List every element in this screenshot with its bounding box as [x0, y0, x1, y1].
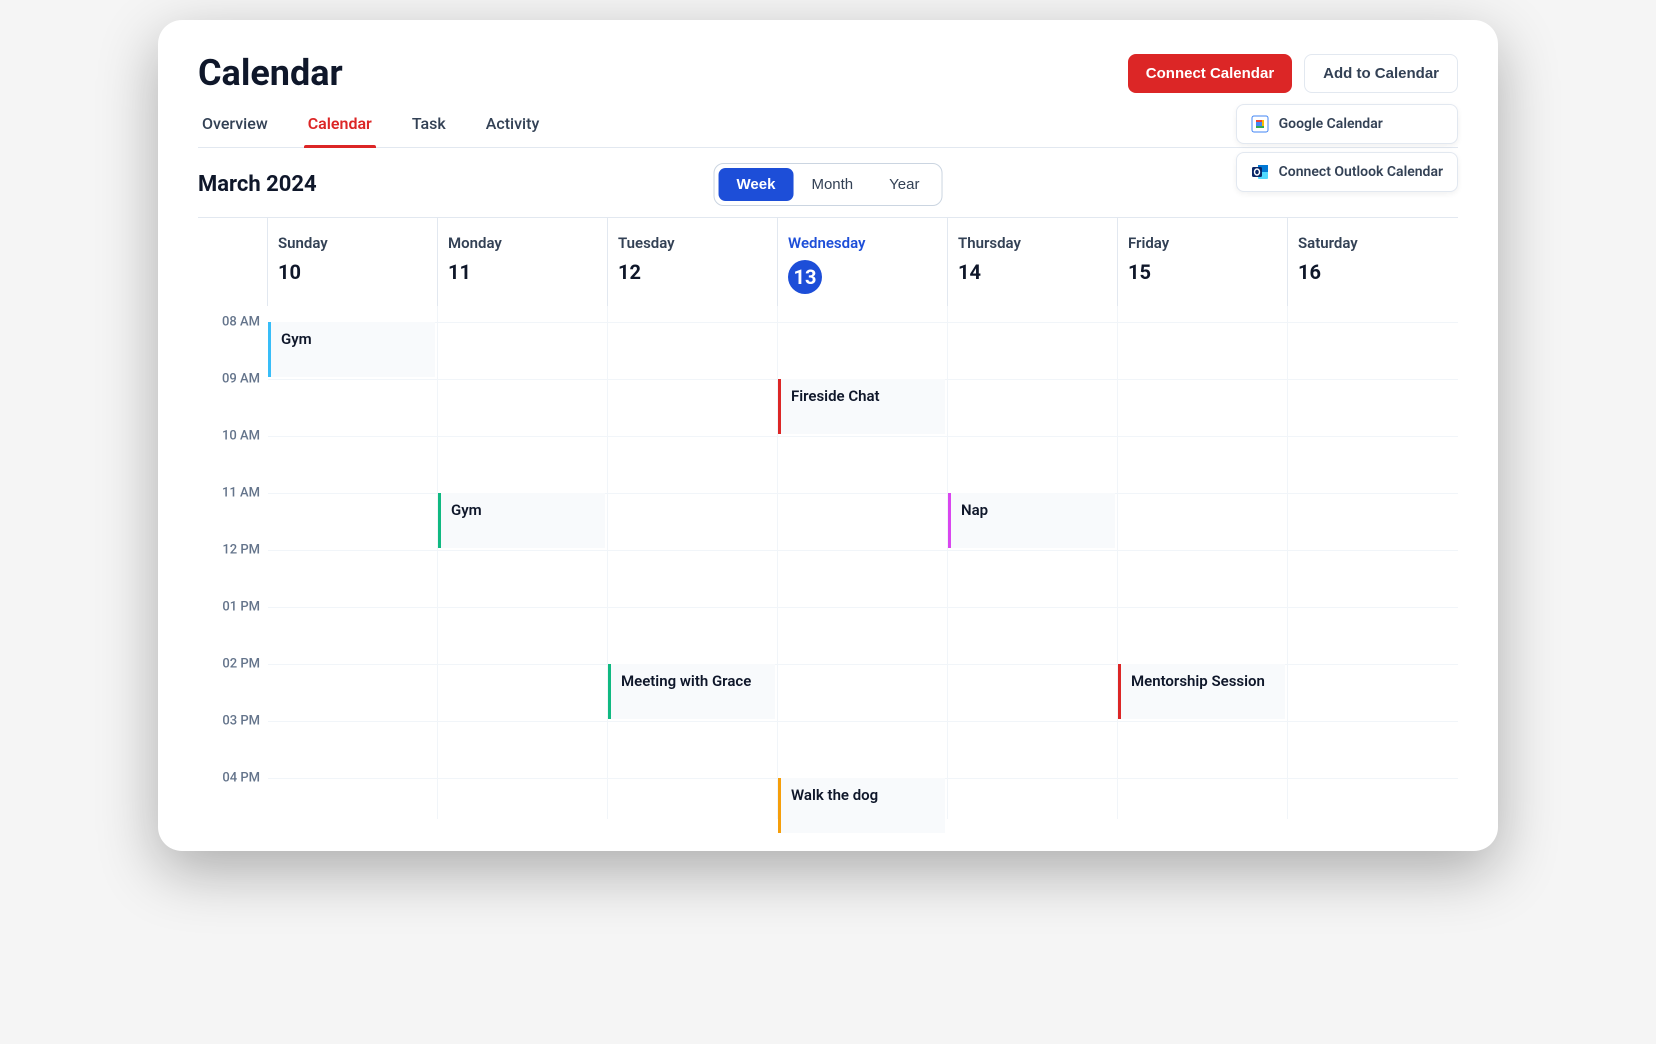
time-label: 09 AM	[222, 372, 260, 387]
day-column-saturday[interactable]	[1288, 306, 1458, 819]
current-month-label: March 2024	[198, 172, 317, 197]
calendar-app-window: Calendar Connect Calendar Add to Calenda…	[158, 20, 1498, 851]
time-label: 10 AM	[222, 429, 260, 444]
day-name-label: Tuesday	[618, 234, 767, 252]
day-name-label: Thursday	[958, 234, 1107, 252]
time-gutter: 08 AM 09 AM 10 AM 11 AM 12 PM 01 PM 02 PM 03 PM…	[198, 306, 268, 819]
header-actions: Connect Calendar Add to Calendar Google …	[1128, 54, 1458, 93]
day-name-label: Friday	[1128, 234, 1277, 252]
day-column-sunday[interactable]: Gym	[268, 306, 438, 819]
day-number-label: 10	[278, 260, 427, 284]
page-header: Calendar Connect Calendar Add to Calenda…	[198, 52, 1458, 94]
tab-overview[interactable]: Overview	[198, 102, 272, 147]
day-header-friday[interactable]: Friday 15	[1118, 218, 1288, 306]
day-column-wednesday[interactable]: Fireside ChatWalk the dog	[778, 306, 948, 819]
day-name-label: Wednesday	[788, 234, 937, 252]
calendar-event[interactable]: Gym	[438, 493, 605, 548]
connect-calendar-button[interactable]: Connect Calendar	[1128, 54, 1292, 93]
day-number-label: 13	[788, 260, 822, 294]
time-label: 11 AM	[222, 486, 260, 501]
time-label: 04 PM	[222, 771, 260, 786]
calendar-header-row: Sunday 10 Monday 11 Tuesday 12 Wednesday 13 Thur…	[198, 217, 1458, 306]
view-week-button[interactable]: Week	[719, 168, 794, 201]
view-month-button[interactable]: Month	[793, 168, 871, 201]
day-name-label: Monday	[448, 234, 597, 252]
calendar-event[interactable]: Gym	[268, 322, 435, 377]
connect-outlook-label: Connect Outlook Calendar	[1279, 164, 1443, 180]
page-title: Calendar	[198, 52, 343, 94]
day-column-tuesday[interactable]: Meeting with Grace	[608, 306, 778, 819]
day-column-friday[interactable]: Mentorship Session	[1118, 306, 1288, 819]
day-header-sunday[interactable]: Sunday 10	[268, 218, 438, 306]
google-calendar-icon	[1251, 115, 1269, 133]
time-label: 02 PM	[222, 657, 260, 672]
connect-calendar-dropdown: Google Calendar Connect Outlook Calendar	[1236, 104, 1458, 200]
day-header-monday[interactable]: Monday 11	[438, 218, 608, 306]
connect-google-label: Google Calendar	[1279, 116, 1383, 132]
calendar-event[interactable]: Fireside Chat	[778, 379, 945, 434]
day-number-label: 15	[1128, 260, 1277, 284]
time-label: 01 PM	[222, 600, 260, 615]
day-name-label: Saturday	[1298, 234, 1448, 252]
calendar-time-grid: 08 AM 09 AM 10 AM 11 AM 12 PM 01 PM 02 PM 03 PM…	[198, 306, 1458, 819]
day-header-thursday[interactable]: Thursday 14	[948, 218, 1118, 306]
tab-task[interactable]: Task	[408, 102, 450, 147]
outlook-icon	[1251, 163, 1269, 181]
calendar-event[interactable]: Meeting with Grace	[608, 664, 775, 719]
time-label: 08 AM	[222, 315, 260, 330]
day-name-label: Sunday	[278, 234, 427, 252]
time-label: 03 PM	[222, 714, 260, 729]
time-label: 12 PM	[222, 543, 260, 558]
day-number-label: 14	[958, 260, 1107, 284]
day-header-wednesday[interactable]: Wednesday 13	[778, 218, 948, 306]
view-year-button[interactable]: Year	[871, 168, 937, 201]
day-number-label: 11	[448, 260, 597, 284]
tab-activity[interactable]: Activity	[482, 102, 544, 147]
day-column-thursday[interactable]: Nap	[948, 306, 1118, 819]
day-header-tuesday[interactable]: Tuesday 12	[608, 218, 778, 306]
day-number-label: 16	[1298, 260, 1448, 284]
view-toggle: WeekMonthYear	[714, 163, 943, 206]
day-number-label: 12	[618, 260, 767, 284]
connect-google-item[interactable]: Google Calendar	[1236, 104, 1458, 144]
tab-calendar[interactable]: Calendar	[304, 102, 376, 147]
header-gutter	[198, 218, 268, 306]
add-to-calendar-button[interactable]: Add to Calendar	[1304, 54, 1458, 93]
calendar-event[interactable]: Mentorship Session	[1118, 664, 1285, 719]
day-header-saturday[interactable]: Saturday 16	[1288, 218, 1458, 306]
calendar-event[interactable]: Walk the dog	[778, 778, 945, 833]
day-column-monday[interactable]: Gym	[438, 306, 608, 819]
calendar-event[interactable]: Nap	[948, 493, 1115, 548]
connect-outlook-item[interactable]: Connect Outlook Calendar	[1236, 152, 1458, 192]
